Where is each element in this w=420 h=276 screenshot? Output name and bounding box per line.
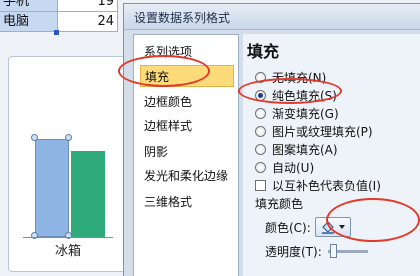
selection-handle-top-right[interactable] xyxy=(65,134,72,141)
nav-item-border-style[interactable]: 边框样式 xyxy=(140,115,234,137)
radio-circle-icon[interactable] xyxy=(255,107,266,119)
transparency-label: 透明度(T): xyxy=(265,245,322,259)
paint-bucket-icon xyxy=(321,221,345,234)
fill-settings-panel: 填充 无填充(N) 纯色填充(S) 渐变填充(G) 图片或纹理填充(P) 图案填… xyxy=(243,34,420,276)
chart-area[interactable]: 冰箱 xyxy=(8,56,128,272)
radio-pattern-fill-label: 图案填充(A) xyxy=(272,142,338,157)
radio-selected-icon[interactable] xyxy=(255,89,266,101)
nav-item-3d-format[interactable]: 三维格式 xyxy=(140,191,234,213)
nav-item-border-color[interactable]: 边框颜色 xyxy=(140,91,234,113)
chart-category-label: 冰箱 xyxy=(54,244,81,259)
radio-gradient-fill-label: 渐变填充(G) xyxy=(272,106,339,121)
radio-picture-fill[interactable]: 图片或纹理填充(P) xyxy=(255,122,373,140)
section-title: 填充 xyxy=(247,42,280,61)
checkbox-invert-negative[interactable]: 以互补色代表负值(I) xyxy=(255,176,381,194)
dialog-body: 系列选项 填充 边框颜色 边框样式 阴影 发光和柔化边缘 三维格式 填充 无填充… xyxy=(130,34,420,276)
nav-item-shadow[interactable]: 阴影 xyxy=(140,141,234,163)
transparency-slider[interactable] xyxy=(327,244,368,258)
color-label: 颜色(C): xyxy=(265,220,311,235)
slider-thumb[interactable] xyxy=(329,244,337,258)
transparency-row: 透明度(T): xyxy=(265,243,368,260)
radio-gradient-fill[interactable]: 渐变填充(G) xyxy=(255,104,339,122)
radio-no-fill-label: 无填充(N) xyxy=(272,70,327,85)
radio-automatic-fill-label: 自动(U) xyxy=(272,160,315,175)
dialog-title[interactable]: 设置数据系列格式 xyxy=(124,4,420,30)
bar-series-1[interactable] xyxy=(35,139,69,237)
nav-item-glow-soft-edges[interactable]: 发光和柔化边缘 xyxy=(140,165,234,187)
color-picker-button[interactable] xyxy=(314,217,351,237)
chart-x-axis xyxy=(23,237,113,238)
radio-picture-fill-label: 图片或纹理填充(P) xyxy=(272,124,373,139)
radio-circle-icon[interactable] xyxy=(255,143,266,155)
checkbox-invert-negative-label: 以互补色代表负值(I) xyxy=(272,178,381,193)
cell-value-phone[interactable]: 19 xyxy=(58,0,118,12)
fill-color-group: 填充颜色 颜色(C): 透明度(T): xyxy=(255,195,420,259)
color-row: 颜色(C): xyxy=(265,217,351,237)
nav-item-fill[interactable]: 填充 xyxy=(140,65,234,87)
fill-color-title: 填充颜色 xyxy=(255,197,304,211)
format-data-series-dialog: 设置数据系列格式 系列选项 填充 边框颜色 边框样式 阴影 发光和柔化边缘 三维… xyxy=(123,3,420,276)
radio-circle-icon[interactable] xyxy=(255,125,266,137)
radio-no-fill[interactable]: 无填充(N) xyxy=(255,68,326,86)
radio-automatic-fill[interactable]: 自动(U) xyxy=(255,158,314,176)
checkbox-box-icon[interactable] xyxy=(255,179,266,191)
radio-circle-icon[interactable] xyxy=(255,161,266,173)
selection-handle-top-left[interactable] xyxy=(31,134,38,141)
dialog-nav-panel: 系列选项 填充 边框颜色 边框样式 阴影 发光和柔化边缘 三维格式 xyxy=(133,34,239,276)
cell-label-computer[interactable]: 电脑 xyxy=(0,12,58,32)
selection-marker xyxy=(54,30,59,35)
cell-value-computer[interactable]: 24 xyxy=(58,12,118,32)
cell-label-phone[interactable]: 手机 xyxy=(0,0,58,12)
nav-item-series-options[interactable]: 系列选项 xyxy=(140,41,234,63)
radio-solid-fill-label: 纯色填充(S) xyxy=(272,88,337,103)
radio-pattern-fill[interactable]: 图案填充(A) xyxy=(255,140,338,158)
bar-series-2[interactable] xyxy=(71,151,105,237)
radio-solid-fill[interactable]: 纯色填充(S) xyxy=(255,86,337,104)
radio-circle-icon[interactable] xyxy=(255,71,266,83)
